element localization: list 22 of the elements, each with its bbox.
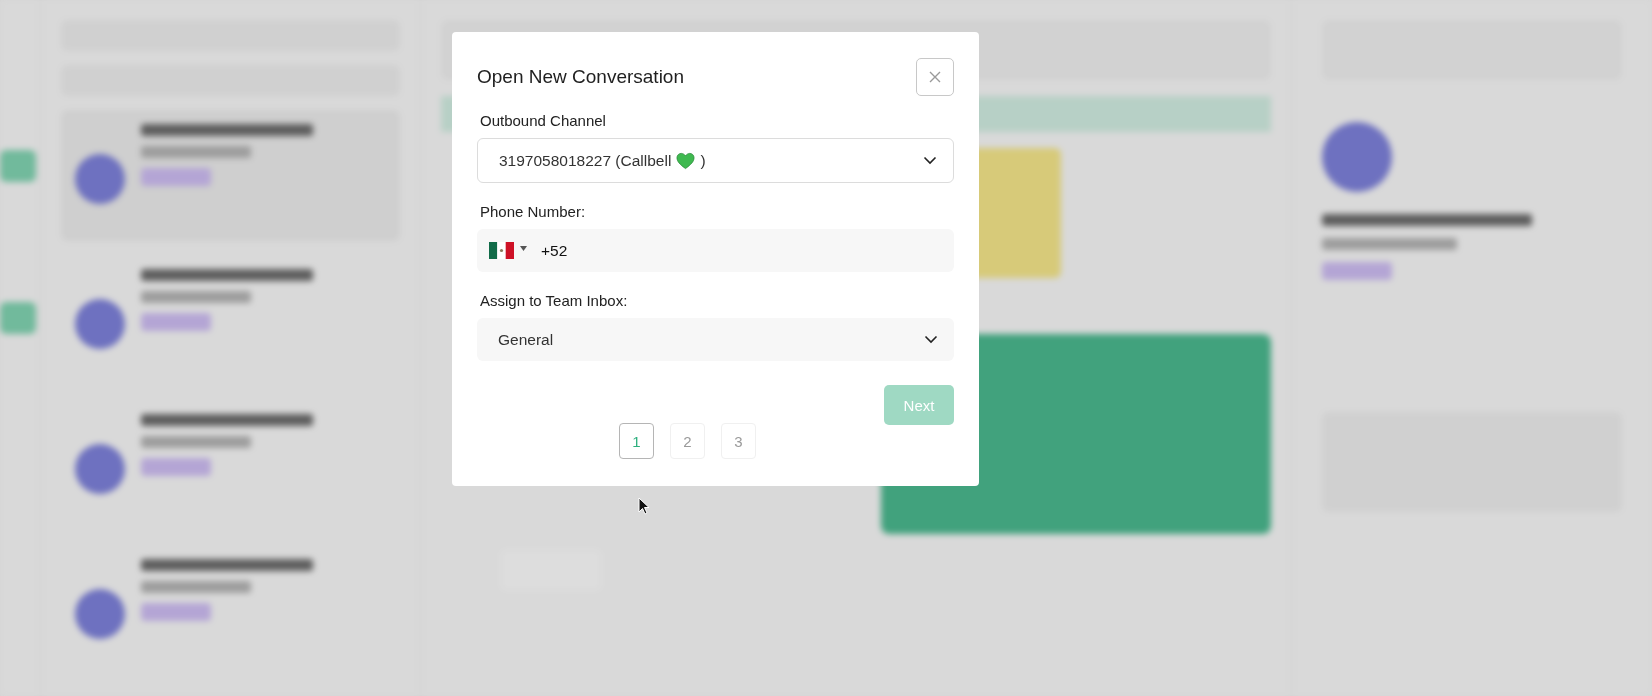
mouse-pointer-icon bbox=[638, 497, 650, 515]
page-button[interactable]: 1 bbox=[619, 423, 654, 459]
outbound-channel-select[interactable]: 3197058018227 (Callbell ) bbox=[477, 138, 954, 183]
field-label: Assign to Team Inbox: bbox=[480, 292, 629, 309]
heart-icon bbox=[676, 151, 696, 170]
close-button[interactable] bbox=[916, 58, 954, 96]
select-value-end: ) bbox=[700, 151, 706, 170]
phone-number-field[interactable]: +52 bbox=[477, 229, 954, 272]
dialog-title: Open New Conversation bbox=[477, 66, 684, 88]
select-value: 3197058018227 (Callbell bbox=[499, 151, 672, 170]
chevron-down-icon bbox=[924, 335, 938, 344]
page-button[interactable]: 2 bbox=[670, 423, 705, 459]
caret-icon bbox=[520, 246, 527, 251]
mexico-flag-icon bbox=[489, 242, 514, 259]
team-inbox-select[interactable]: General bbox=[477, 318, 954, 361]
dial-code: +52 bbox=[541, 241, 568, 260]
select-value: General bbox=[498, 330, 554, 349]
field-label: Outbound Channel bbox=[480, 112, 607, 129]
field-label: Phone Number: bbox=[480, 203, 587, 220]
close-icon bbox=[928, 70, 942, 84]
chevron-down-icon bbox=[923, 156, 937, 165]
page-button[interactable]: 3 bbox=[721, 423, 756, 459]
